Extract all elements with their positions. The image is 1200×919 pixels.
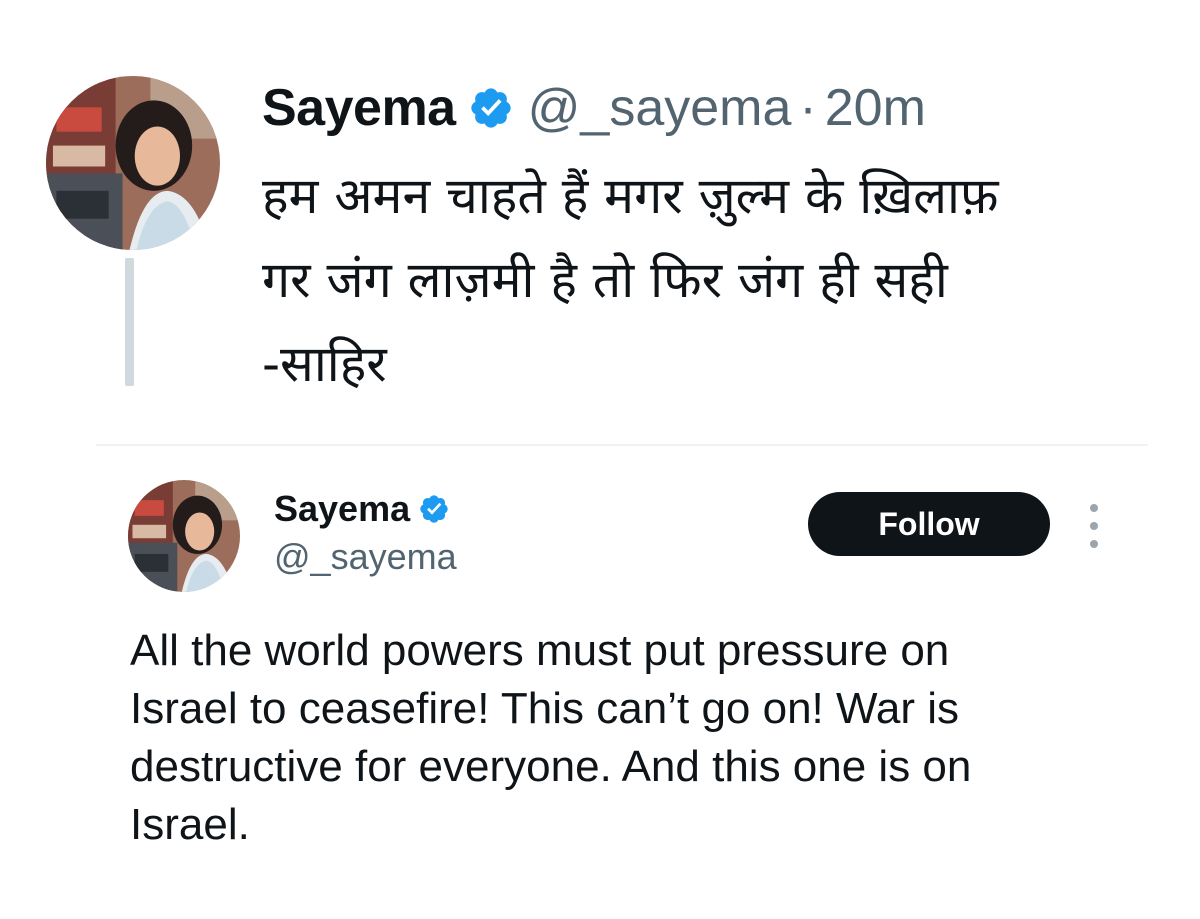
thread-line: [125, 258, 134, 386]
author-handle[interactable]: @_sayema: [528, 78, 792, 138]
verified-badge-icon: [470, 88, 511, 128]
tweet-text-line: All the world powers must put pressure o…: [130, 626, 950, 675]
tweet-text-line: गर जंग लाज़मी है तो फिर जंग ही सही: [262, 251, 948, 309]
timestamp[interactable]: 20m: [825, 78, 926, 138]
avatar[interactable]: [46, 76, 220, 250]
author-name[interactable]: Sayema: [262, 78, 456, 138]
avatar[interactable]: [128, 480, 240, 592]
tweet-text-line: Israel to ceasefire! This can’t go on! W…: [130, 684, 960, 733]
more-dot: [1090, 540, 1098, 548]
more-dot: [1090, 522, 1098, 530]
tweet-header: Sayema @_sayema · 20m: [262, 78, 926, 138]
author-handle[interactable]: @_sayema: [274, 536, 457, 578]
tweet-text-line: Israel.: [130, 800, 250, 849]
more-dot: [1090, 504, 1098, 512]
tweet-text: हम अमन चाहते हैं मगर ज़ुल्म के ख़िलाफ़ ग…: [262, 154, 1162, 406]
more-options-icon[interactable]: [1082, 504, 1106, 548]
author-name-row: Sayema: [274, 488, 450, 530]
divider: [96, 444, 1148, 446]
tweet-text-line: हम अमन चाहते हैं मगर ज़ुल्म के ख़िलाफ़: [262, 167, 999, 225]
author-name[interactable]: Sayema: [274, 488, 410, 530]
follow-button[interactable]: Follow: [808, 492, 1050, 556]
tweet-text-line: -साहिर: [262, 335, 387, 393]
verified-badge-icon: [420, 495, 448, 523]
tweet-text: All the world powers must put pressure o…: [130, 622, 1140, 854]
top-tweet: Sayema @_sayema · 20m हम अमन चाहते हैं म…: [0, 0, 1200, 440]
tweet-text-line: destructive for everyone. And this one i…: [130, 742, 972, 791]
separator-dot: ·: [799, 79, 817, 137]
